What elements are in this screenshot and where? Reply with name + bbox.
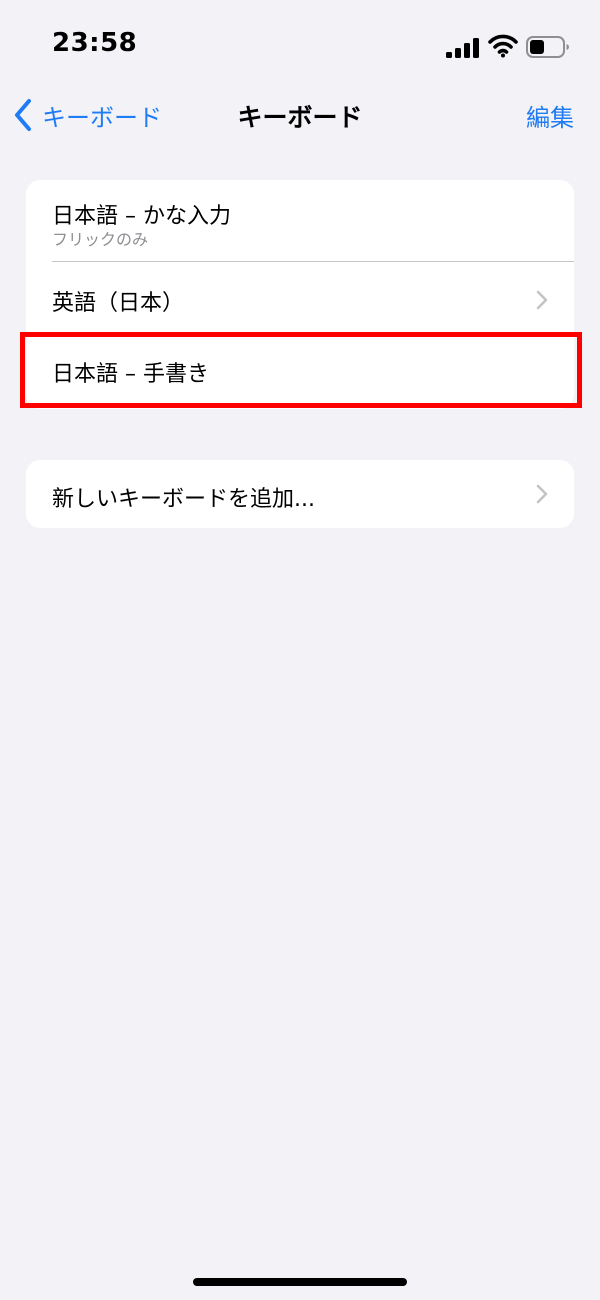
add-keyboard-label: 新しいキーボードを追加... [52, 487, 315, 512]
keyboard-row-subtitle: フリックのみ [52, 230, 149, 249]
home-indicator[interactable] [193, 1278, 407, 1286]
status-bar: 23:58 [0, 0, 600, 90]
keyboard-row-label: 英語（日本） [52, 291, 185, 316]
wifi-icon [488, 34, 518, 58]
keyboard-row-japanese-kana[interactable]: 日本語 – かな入力 フリックのみ [26, 180, 574, 262]
navigation-bar: キーボード キーボード 編集 [0, 90, 600, 140]
chevron-right-icon [536, 484, 548, 504]
signal-icon [446, 38, 479, 58]
highlight-box [20, 332, 582, 408]
page-title: キーボード [237, 103, 363, 132]
battery-icon [526, 36, 569, 58]
keyboard-row-english-japan[interactable]: 英語（日本） [26, 262, 574, 338]
status-time: 23:58 [52, 28, 138, 58]
chevron-right-icon [536, 290, 548, 310]
edit-button[interactable]: 編集 [526, 98, 574, 133]
add-keyboard-row[interactable]: 新しいキーボードを追加... [26, 460, 574, 528]
add-keyboard-group: 新しいキーボードを追加... [26, 460, 574, 528]
